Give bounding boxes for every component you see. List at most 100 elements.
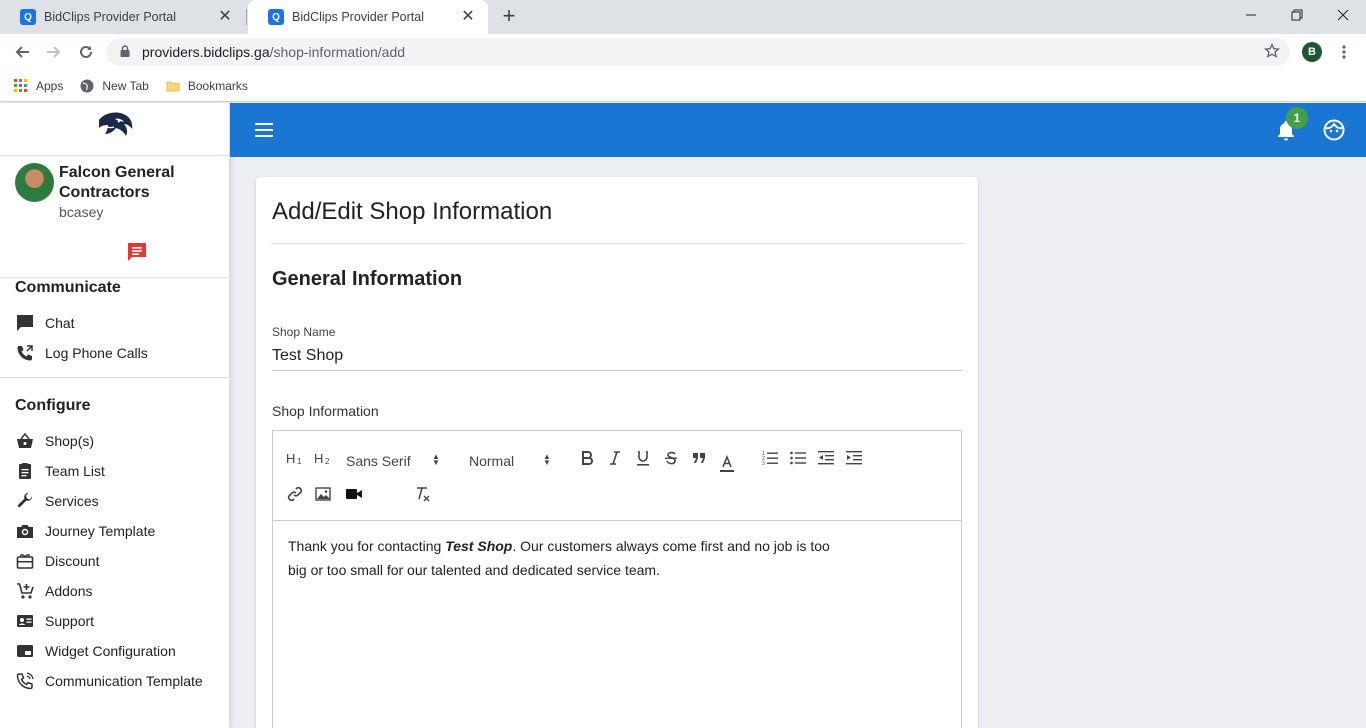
sidebar-item-label: Shop(s) (45, 433, 95, 449)
logo-row (0, 103, 229, 156)
svg-text:2: 2 (325, 457, 330, 465)
indent-icon[interactable] (843, 447, 865, 469)
shop-name-input[interactable]: Test Shop (272, 347, 962, 371)
cart-add-icon (15, 581, 35, 601)
sidebar-item-discount[interactable]: Discount (0, 546, 229, 576)
username: bcasey (59, 204, 104, 220)
tab-close-icon[interactable]: ✕ (460, 9, 476, 25)
url-path: /shop-information/add (269, 44, 406, 60)
editor-text-shop-name: Test Shop (445, 538, 513, 554)
browser-tab-1[interactable]: Q BidClips Provider Portal ✕ (0, 0, 245, 34)
page-title: Add/Edit Shop Information (272, 198, 553, 225)
tab-close-icon[interactable]: ✕ (217, 9, 233, 25)
folder-icon (166, 79, 180, 93)
sidebar-item-widget-configuration[interactable]: Widget Configuration (0, 636, 229, 666)
sidebar-item-addons[interactable]: Addons (0, 576, 229, 606)
sidebar-item-label: Log Phone Calls (45, 345, 148, 361)
bookmark-new-tab[interactable]: New Tab (80, 78, 149, 93)
heading-1-icon[interactable]: H1 (284, 447, 306, 469)
sidebar-item-label: Services (45, 493, 99, 509)
svg-text:1: 1 (297, 457, 302, 465)
bullet-list-icon[interactable] (787, 447, 809, 469)
sidebar-item-journey-template[interactable]: Journey Template (0, 516, 229, 546)
back-arrow-icon[interactable] (10, 40, 34, 64)
lock-icon (120, 44, 130, 60)
outdent-icon[interactable] (815, 447, 837, 469)
bookmark-label: New Tab (102, 78, 149, 93)
bookmarks-bar: Apps New Tab Bookmarks (0, 70, 1366, 102)
phone-icon (15, 671, 35, 691)
font-size-value: Normal (469, 453, 515, 469)
sidebar-item-chat[interactable]: Chat (0, 308, 229, 338)
browser-toolbar: providers.bidclips.ga/shop-information/a… (0, 34, 1366, 70)
wrench-icon (15, 491, 35, 511)
font-family-value: Sans Serif (346, 453, 411, 469)
bookmark-star-icon[interactable] (1263, 42, 1281, 62)
site-favicon: Q (20, 9, 36, 25)
address-bar[interactable]: providers.bidclips.ga/shop-information/a… (106, 38, 1290, 66)
heading-2-icon[interactable]: H2 (312, 447, 334, 469)
shop-information-label: Shop Information (272, 403, 379, 419)
editor-toolbar: H1 H2 Sans Serif ▲ ▼ Normal ▲ ▼ 123 (273, 431, 961, 521)
sidebar-item-support[interactable]: Support (0, 606, 229, 636)
font-size-select[interactable]: Normal ▲ ▼ (469, 450, 555, 472)
underline-icon[interactable] (632, 447, 654, 469)
strikethrough-icon[interactable] (660, 447, 682, 469)
tab-separator (246, 9, 247, 25)
reload-icon[interactable] (74, 40, 98, 64)
sidebar-item-label: Discount (45, 553, 100, 569)
bookmark-label: Apps (36, 78, 64, 93)
sidebar-item-communication-template[interactable]: Communication Template (0, 666, 229, 696)
text-color-icon[interactable] (716, 453, 738, 475)
sidebar-item-label: Communication Template (45, 673, 203, 689)
image-icon[interactable] (312, 483, 334, 505)
sidebar-item-team-list[interactable]: Team List (0, 456, 229, 486)
blockquote-icon[interactable] (688, 447, 710, 469)
contact-card-icon (15, 611, 35, 631)
svg-text:H: H (314, 451, 323, 465)
bookmark-apps[interactable]: Apps (14, 78, 64, 93)
avatar[interactable] (15, 163, 54, 202)
tab-title: BidClips Provider Portal (292, 10, 424, 24)
sidebar-item-services[interactable]: Services (0, 486, 229, 516)
new-tab-button[interactable]: + (498, 5, 520, 28)
rich-text-editor: H1 H2 Sans Serif ▲ ▼ Normal ▲ ▼ 123 Than… (272, 430, 962, 728)
sidebar-item-log-phone-calls[interactable]: Log Phone Calls (0, 338, 229, 368)
tab-title: BidClips Provider Portal (44, 10, 176, 24)
editor-content[interactable]: Thank you for contacting Test Shop. Our … (273, 521, 853, 595)
video-icon[interactable] (343, 483, 365, 505)
section-title: Communicate (15, 279, 121, 296)
sidebar-item-label: Widget Configuration (45, 643, 176, 659)
forward-arrow-icon[interactable] (42, 40, 66, 64)
sidebar-item-label: Addons (45, 583, 93, 599)
user-account-icon[interactable] (1323, 119, 1345, 146)
browser-menu-icon[interactable] (1336, 42, 1352, 62)
user-profile-block: Falcon General Contractors bcasey (0, 156, 229, 278)
messages-icon[interactable] (126, 241, 148, 268)
bold-icon[interactable] (576, 447, 598, 469)
app-topbar: 1 (230, 103, 1366, 157)
sidebar-item-shops[interactable]: Shop(s) (0, 426, 229, 456)
gift-icon (15, 551, 35, 571)
profile-avatar[interactable]: B (1302, 42, 1322, 62)
clear-format-icon[interactable] (412, 483, 434, 505)
sidebar: Falcon General Contractors bcasey Commun… (0, 103, 230, 728)
basket-icon (15, 431, 35, 451)
italic-icon[interactable] (604, 447, 626, 469)
font-family-select[interactable]: Sans Serif ▲ ▼ (346, 450, 446, 472)
apps-grid-icon (14, 78, 28, 93)
sidebar-item-label: Chat (45, 315, 75, 331)
shop-name-label: Shop Name (272, 325, 336, 339)
bookmark-folder[interactable]: Bookmarks (166, 79, 248, 93)
window-close-icon[interactable] (1320, 0, 1366, 30)
globe-icon (80, 79, 94, 93)
hamburger-menu-icon[interactable] (254, 120, 274, 145)
minimize-icon[interactable] (1228, 0, 1274, 30)
falcon-logo-icon[interactable] (95, 110, 135, 149)
camera-icon (15, 521, 35, 541)
browser-tab-2-active[interactable]: Q BidClips Provider Portal ✕ (248, 0, 488, 34)
link-icon[interactable] (284, 483, 306, 505)
restore-icon[interactable] (1274, 0, 1320, 30)
select-arrows-icon: ▲ ▼ (432, 452, 440, 467)
ordered-list-icon[interactable]: 123 (759, 447, 781, 469)
